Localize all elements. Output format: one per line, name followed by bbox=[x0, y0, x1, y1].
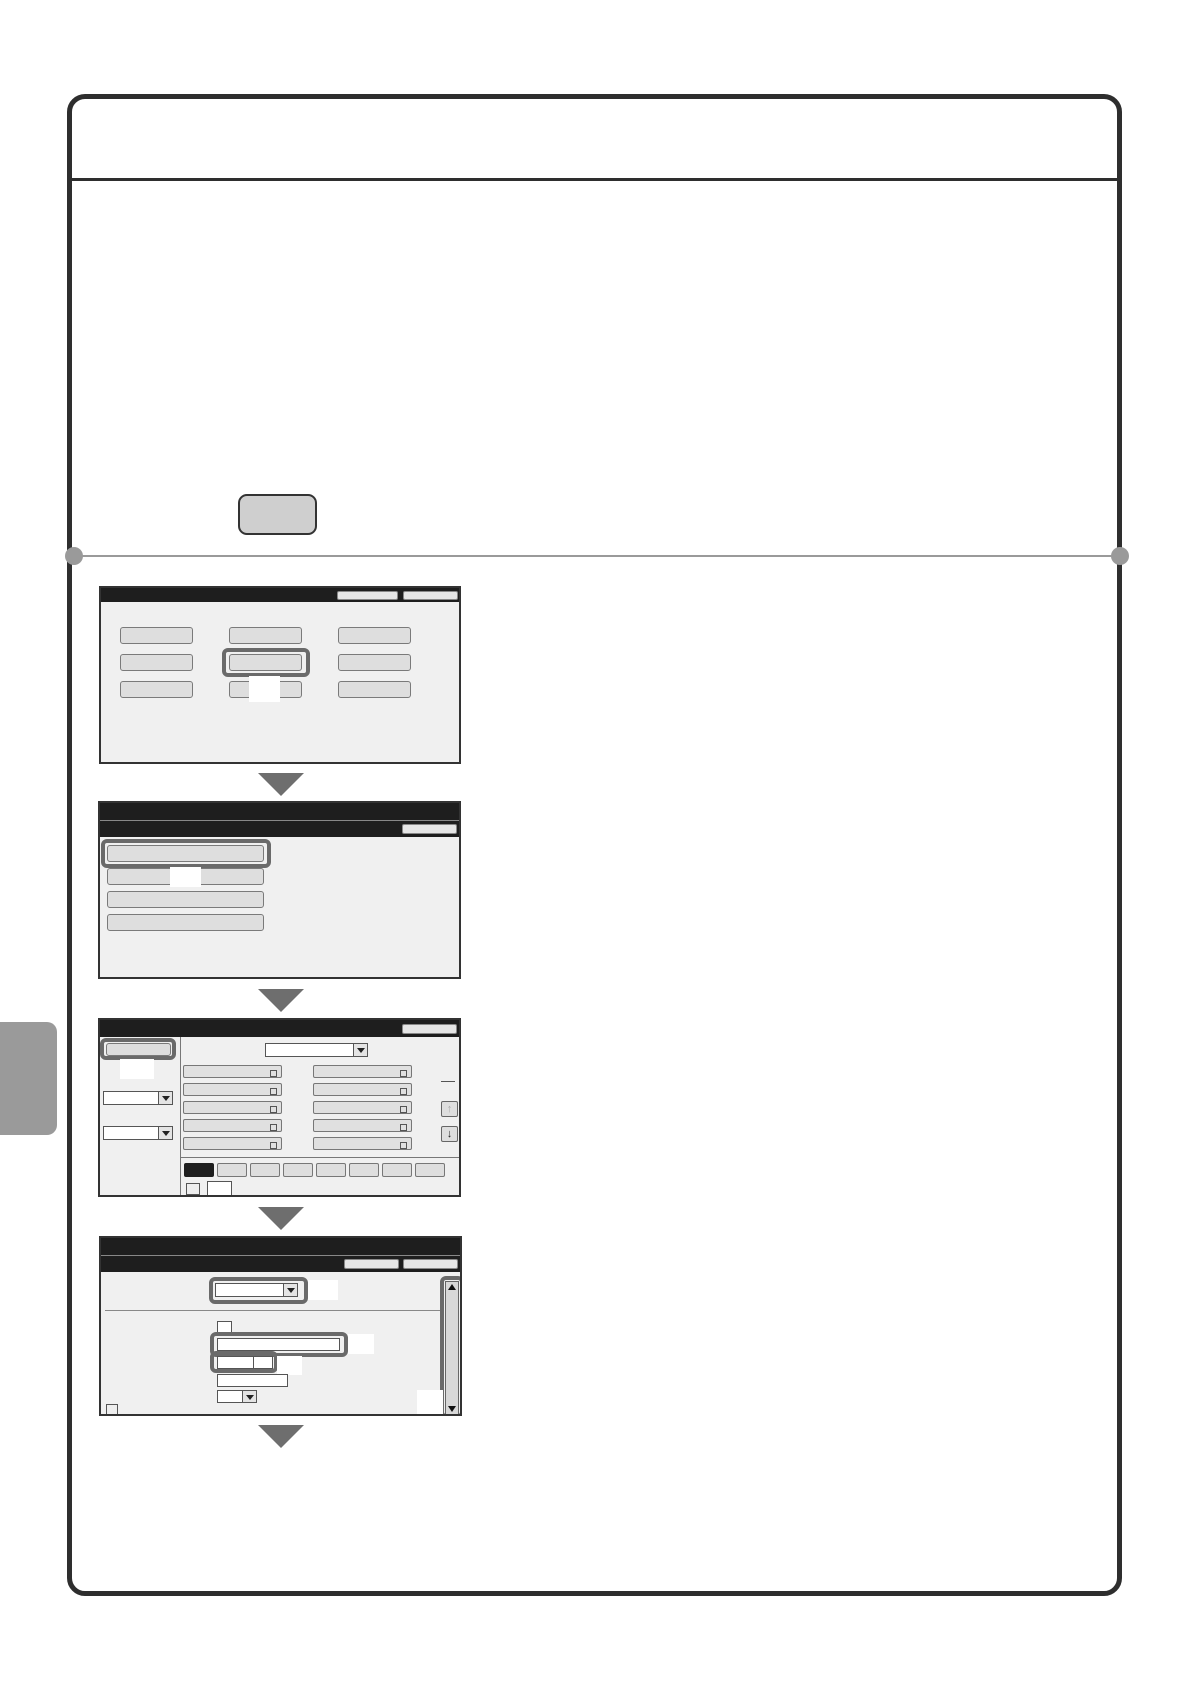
screen-4-form-divider bbox=[105, 1310, 440, 1311]
screen-1-button-r1c1[interactable] bbox=[120, 627, 193, 644]
screen-3-index-tab[interactable] bbox=[349, 1163, 379, 1177]
screen-3-list-entry[interactable] bbox=[313, 1101, 412, 1114]
screen-3-index-tab[interactable] bbox=[217, 1163, 247, 1177]
screen-4-callout-mask-1 bbox=[308, 1280, 338, 1300]
header-divider bbox=[67, 178, 1122, 181]
screen-4-highlight-dropdown bbox=[209, 1277, 308, 1304]
chevron-down-icon bbox=[242, 1391, 256, 1402]
screen-3-index-tab-active[interactable] bbox=[184, 1163, 214, 1177]
chevron-down-icon bbox=[353, 1044, 367, 1056]
screen-2 bbox=[98, 801, 461, 979]
screen-3-callout-mask bbox=[120, 1059, 154, 1079]
screen-3-page-indicator bbox=[441, 1081, 455, 1082]
screen-4-bottom-checkbox[interactable] bbox=[106, 1404, 118, 1414]
screen-4 bbox=[99, 1236, 462, 1416]
screen-4-small-dropdown[interactable] bbox=[217, 1390, 257, 1403]
panel-key bbox=[238, 494, 317, 535]
screen-2-callout-mask bbox=[170, 867, 201, 887]
screen-1-button-r3c3[interactable] bbox=[338, 681, 411, 698]
screen-3-list-entry[interactable] bbox=[183, 1101, 282, 1114]
screen-2-highlight bbox=[101, 839, 271, 868]
screen-3-count-field bbox=[207, 1181, 232, 1195]
screen-3-column-divider bbox=[180, 1037, 181, 1195]
screen-3-top-dropdown[interactable] bbox=[265, 1043, 368, 1057]
screen-3-list-entry[interactable] bbox=[313, 1119, 412, 1132]
section-thumb-tab bbox=[0, 1022, 57, 1135]
screen-1-highlight bbox=[222, 648, 310, 677]
step-arrow-down bbox=[258, 989, 304, 1012]
screen-4-bar-button-1[interactable] bbox=[344, 1259, 399, 1269]
screen-3-index-tab[interactable] bbox=[250, 1163, 280, 1177]
screen-1-bar-button-2[interactable] bbox=[403, 591, 458, 600]
screen-3-list-entry[interactable] bbox=[313, 1065, 412, 1078]
step-arrow-down bbox=[258, 773, 304, 796]
screen-3-index-tab[interactable] bbox=[415, 1163, 445, 1177]
screen-1-button-r2c3[interactable] bbox=[338, 654, 411, 671]
screen-2-list-button-3[interactable] bbox=[107, 891, 264, 908]
screen-3-highlight bbox=[100, 1038, 176, 1060]
screen-3-index-tab[interactable] bbox=[382, 1163, 412, 1177]
screen-3-list-entry[interactable] bbox=[183, 1083, 282, 1096]
screen-4-callout-mask-3 bbox=[277, 1356, 302, 1375]
screen-1-button-r1c3[interactable] bbox=[338, 627, 411, 644]
screen-3: ↑ ↓ bbox=[98, 1018, 461, 1197]
screen-3-index-tab[interactable] bbox=[316, 1163, 346, 1177]
screen-3-left-dropdown-2[interactable] bbox=[103, 1126, 173, 1140]
screen-3-list-entry[interactable] bbox=[313, 1137, 412, 1150]
screen-1 bbox=[99, 586, 461, 764]
screen-3-list-entry[interactable] bbox=[183, 1065, 282, 1078]
screen-3-list-entry[interactable] bbox=[183, 1137, 282, 1150]
screen-2-bar-button[interactable] bbox=[402, 824, 457, 834]
screen-1-button-r1c2[interactable] bbox=[229, 627, 302, 644]
screen-3-list-entry[interactable] bbox=[313, 1083, 412, 1096]
address-book-icon[interactable] bbox=[186, 1183, 200, 1195]
screen-3-list-entry[interactable] bbox=[183, 1119, 282, 1132]
screen-4-bar-divider bbox=[101, 1255, 460, 1256]
screen-4-extra-field[interactable] bbox=[217, 1374, 288, 1387]
step-arrow-down bbox=[258, 1425, 304, 1448]
screen-2-bar-divider bbox=[100, 820, 459, 821]
scroll-up-icon[interactable]: ↑ bbox=[441, 1101, 458, 1117]
screen-4-bar-button-2[interactable] bbox=[403, 1259, 458, 1269]
screen-3-left-dropdown-1[interactable] bbox=[103, 1091, 173, 1105]
chevron-down-icon bbox=[158, 1127, 172, 1139]
screen-4-callout-mask-4 bbox=[417, 1390, 443, 1414]
divider-dot-left bbox=[65, 547, 83, 565]
divider-dot-right bbox=[1111, 547, 1129, 565]
screen-1-button-r2c1[interactable] bbox=[120, 654, 193, 671]
step-arrow-down bbox=[258, 1207, 304, 1230]
scroll-down-icon[interactable]: ↓ bbox=[441, 1126, 458, 1142]
chevron-down-icon bbox=[158, 1092, 172, 1104]
screen-3-tab-divider bbox=[180, 1157, 459, 1158]
screen-3-index-tab[interactable] bbox=[283, 1163, 313, 1177]
screen-1-button-r3c1[interactable] bbox=[120, 681, 193, 698]
screen-4-callout-mask-2 bbox=[348, 1334, 374, 1354]
screen-2-list-button-4[interactable] bbox=[107, 914, 264, 931]
section-divider bbox=[74, 555, 1116, 557]
screen-1-callout-mask bbox=[249, 676, 280, 702]
screen-3-bar-button[interactable] bbox=[402, 1024, 457, 1034]
screen-1-bar-button-1[interactable] bbox=[337, 591, 398, 600]
screen-4-highlight-reading bbox=[210, 1351, 278, 1373]
screen-4-highlight-scrollbar bbox=[440, 1276, 460, 1414]
